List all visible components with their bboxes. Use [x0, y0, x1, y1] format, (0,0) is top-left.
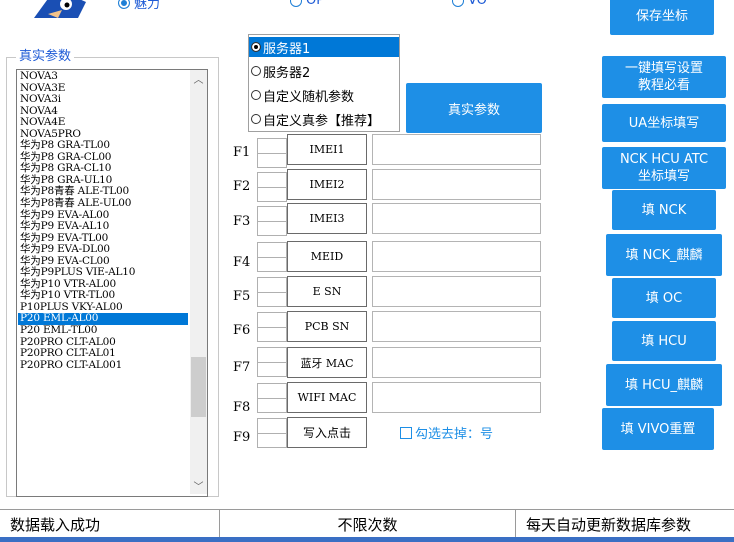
server-option-2[interactable]: 服务器2	[251, 61, 310, 81]
imei3-button[interactable]: IMEI3	[287, 203, 367, 234]
scroll-down-icon[interactable]: ﹀	[190, 477, 207, 494]
device-list-item[interactable]: NOVA4E	[18, 117, 188, 129]
server-option-1[interactable]: 服务器1	[249, 37, 399, 57]
imei2-input[interactable]	[372, 169, 541, 200]
fill-hcu-kirin-button[interactable]: 填 HCU_麒麟	[606, 364, 722, 406]
bluetooth-mac-button[interactable]: 蓝牙 MAC	[287, 347, 367, 378]
top-option-1[interactable]: 魅力	[118, 0, 160, 12]
device-list-item[interactable]: P20PRO CLT-AL001	[18, 359, 188, 372]
top-option-label: 魅力	[134, 0, 161, 12]
field-checkbox[interactable]	[257, 347, 287, 377]
scroll-thumb[interactable]	[191, 357, 206, 417]
fill-nck-button[interactable]: 填 NCK	[612, 190, 716, 230]
device-list-item[interactable]: NOVA3	[18, 71, 188, 83]
imei2-button[interactable]: IMEI2	[287, 169, 367, 200]
window-bottom-edge	[0, 537, 734, 542]
server-option-label: 自定义随机参数	[263, 89, 355, 105]
top-option-3[interactable]: VO	[452, 0, 487, 8]
radio-icon	[251, 42, 261, 52]
field-checkbox[interactable]	[257, 138, 287, 168]
checkbox-icon	[400, 426, 412, 439]
imei1-input[interactable]	[372, 134, 541, 165]
status-usage: 不限次数	[220, 510, 516, 538]
list-scrollbar[interactable]: ︿ ﹀	[190, 70, 207, 494]
device-list-item[interactable]: P20PRO CLT-AL01	[18, 348, 188, 360]
top-option-label: VO	[468, 0, 487, 8]
meid-input[interactable]	[372, 241, 541, 272]
app-logo-icon	[28, 0, 92, 20]
esn-input[interactable]	[372, 276, 541, 307]
server-option-label: 服务器2	[263, 65, 311, 81]
hotkey-label: F3	[233, 214, 251, 229]
field-checkbox[interactable]	[257, 383, 287, 413]
hotkey-label: F4	[233, 255, 251, 270]
hotkey-label: F9	[233, 430, 251, 445]
radio-icon	[452, 0, 464, 7]
hotkey-label: F2	[233, 179, 251, 194]
remove-colon-option[interactable]: 勾选去掉：号	[400, 423, 493, 442]
field-checkbox[interactable]	[257, 312, 287, 342]
server-radio-panel: 服务器1 服务器2 自定义随机参数 自定义真参【推荐】	[248, 34, 400, 132]
wifi-mac-input[interactable]	[372, 382, 541, 413]
nck-hcu-atc-coords-button[interactable]: NCK HCU ATC 坐标填写	[602, 147, 726, 189]
imei3-input[interactable]	[372, 203, 541, 234]
server-option-custom-real[interactable]: 自定义真参【推荐】	[251, 109, 380, 129]
hotkey-label: F6	[233, 323, 251, 338]
hotkey-label: F1	[233, 145, 251, 160]
hotkey-label: F8	[233, 400, 251, 415]
bluetooth-mac-input[interactable]	[372, 347, 541, 378]
write-click-button[interactable]: 写入点击	[287, 417, 367, 448]
status-load: 数据载入成功	[0, 510, 220, 538]
hotkey-label: F5	[233, 289, 251, 304]
real-params-button[interactable]: 真实参数	[406, 83, 542, 133]
ua-coords-button[interactable]: UA坐标填写	[602, 104, 726, 142]
radio-icon	[251, 66, 261, 76]
esn-button[interactable]: E SN	[287, 276, 367, 307]
fill-oc-button[interactable]: 填 OC	[612, 278, 716, 318]
pcb-sn-button[interactable]: PCB SN	[287, 311, 367, 342]
save-coords-button[interactable]: 保存坐标	[610, 0, 714, 35]
imei1-button[interactable]: IMEI1	[287, 134, 367, 165]
status-update: 每天自动更新数据库参数	[526, 515, 692, 534]
hotkey-label: F7	[233, 360, 251, 375]
meid-button[interactable]: MEID	[287, 241, 367, 272]
field-checkbox[interactable]	[257, 206, 287, 236]
one-click-setup-button[interactable]: 一键填写设置 教程必看	[602, 56, 726, 98]
server-option-label: 服务器1	[263, 41, 311, 57]
server-option-label: 自定义真参【推荐】	[263, 113, 381, 129]
radio-icon	[290, 0, 302, 7]
pcb-sn-input[interactable]	[372, 311, 541, 342]
device-list: NOVA3 NOVA3E NOVA3i NOVA4 NOVA4E NOVA5PRO 华为P8…	[18, 71, 188, 495]
field-checkbox[interactable]	[257, 418, 287, 448]
remove-colon-label: 勾选去掉：号	[415, 427, 494, 442]
device-list-item[interactable]: NOVA3i	[18, 94, 188, 106]
fill-hcu-button[interactable]: 填 HCU	[612, 321, 716, 361]
radio-icon	[251, 114, 261, 124]
device-listbox[interactable]: NOVA3 NOVA3E NOVA3i NOVA4 NOVA4E NOVA5PRO 华为P8…	[16, 69, 208, 497]
fill-vivo-reset-button[interactable]: 填 VIVO重置	[602, 408, 714, 450]
server-option-custom-random[interactable]: 自定义随机参数	[251, 85, 354, 105]
device-list-item[interactable]: 华为P9 EVA-AL10	[18, 221, 188, 233]
field-checkbox[interactable]	[257, 172, 287, 202]
device-group-title: 真实参数	[16, 45, 75, 64]
scroll-up-icon[interactable]: ︿	[190, 70, 207, 87]
top-option-2[interactable]: OP	[290, 0, 324, 8]
device-list-item[interactable]: P20 EML-TL00	[18, 324, 188, 337]
radio-icon	[118, 0, 130, 9]
field-checkbox[interactable]	[257, 277, 287, 307]
fill-nck-kirin-button[interactable]: 填 NCK_麒麟	[606, 234, 722, 276]
top-option-label: OP	[306, 0, 325, 8]
radio-icon	[251, 90, 261, 100]
status-bar: 数据载入成功 不限次数 每天自动更新数据库参数	[0, 509, 734, 538]
field-checkbox[interactable]	[257, 242, 287, 272]
device-list-item[interactable]: 华为P8青春 ALE-UL00	[18, 197, 188, 210]
wifi-mac-button[interactable]: WIFI MAC	[287, 382, 367, 413]
